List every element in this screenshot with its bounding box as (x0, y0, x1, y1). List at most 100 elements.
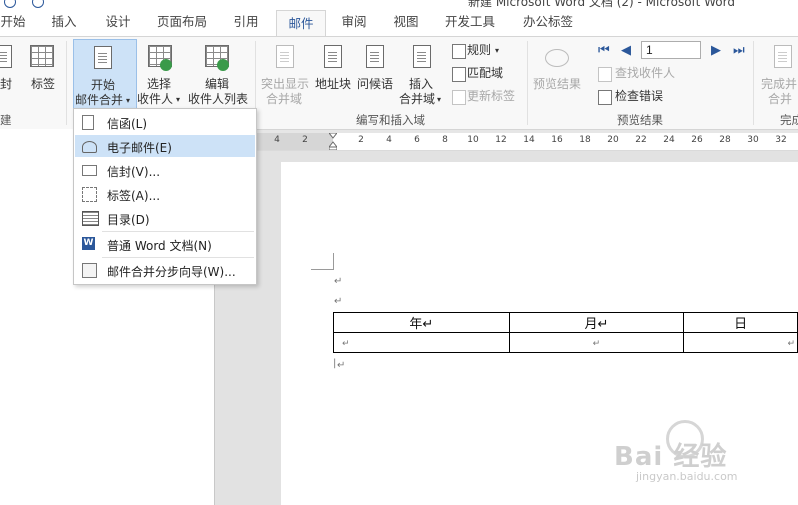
recipients-user-icon (160, 59, 172, 71)
next-record-icon[interactable]: ▶ (711, 44, 721, 58)
ruler-tick: 14 (523, 135, 535, 145)
first-record-icon[interactable]: ⏮ (598, 44, 610, 58)
cell-text: 年↵ (409, 317, 434, 332)
menu-item-envelopes[interactable]: 信封(V)... (75, 159, 255, 181)
match-fields-button[interactable]: 匹配域 (467, 66, 503, 81)
menu-item-label: 电子邮件(E) (107, 141, 172, 155)
rules-icon (452, 44, 466, 59)
table-row: 年↵ 月↵ 日 (333, 312, 798, 333)
greeting-line-button[interactable]: 问候语 (357, 77, 393, 92)
watermark-brand: Bai 经验 (614, 442, 728, 472)
envelopes-button[interactable]: 封 (0, 77, 12, 92)
finish-merge-label-2[interactable]: 合并 (768, 92, 792, 107)
watermark-url: jingyan.baidu.com (636, 470, 738, 483)
table-cell[interactable]: ↵ (683, 332, 798, 353)
edit-recipient-list-label[interactable]: 编辑 (205, 77, 229, 92)
edit-recipient-list-label-2[interactable]: 收件人列表 (188, 92, 248, 107)
highlight-merge-fields-label[interactable]: 突出显示 (261, 77, 309, 92)
labels-button[interactable]: 标签 (31, 77, 55, 92)
edit-user-icon (217, 59, 229, 71)
tab-references[interactable]: 引用 (226, 8, 266, 36)
menu-item-directory[interactable]: 目录(D) (75, 207, 255, 229)
menu-item-letters[interactable]: 信函(L) (75, 111, 255, 133)
preview-results-button[interactable]: 预览结果 (533, 77, 581, 92)
chevron-down-icon: ▾ (495, 46, 500, 55)
ruler-tick: 2 (358, 135, 364, 145)
menu-item-normal-word-document[interactable]: W 普通 Word 文档(N) (75, 233, 255, 255)
menu-separator (102, 231, 254, 232)
text-cursor: | (333, 358, 337, 369)
ruler-tick: 24 (663, 135, 675, 145)
email-icon (82, 141, 97, 153)
tab-mailings[interactable]: 邮件 (276, 10, 326, 38)
table-cell[interactable]: 日 (683, 312, 798, 333)
ruler-tick: 28 (719, 135, 731, 145)
insert-merge-field-icon (413, 45, 431, 68)
update-labels-button[interactable]: 更新标签 (467, 89, 515, 104)
ruler-tick: 6 (414, 135, 420, 145)
tab-page-layout[interactable]: 页面布局 (152, 8, 212, 36)
last-record-icon[interactable]: ⏭ (733, 44, 745, 58)
ruler-tick: 30 (747, 135, 759, 145)
cell-text: 月↵ (584, 317, 609, 332)
ruler-tick: 16 (551, 135, 563, 145)
greeting-line-icon (366, 45, 384, 68)
undo-icon[interactable] (4, 0, 16, 8)
table-cell[interactable]: 年↵ (333, 312, 510, 333)
table-cell[interactable]: 月↵ (508, 312, 685, 333)
title-bar: 新建 Microsoft Word 文档 (2) - Microsoft Wor… (0, 0, 798, 8)
start-mail-merge-button[interactable]: 开始 邮件合并 ▾ (73, 39, 137, 109)
menu-item-wizard[interactable]: 邮件合并分步向导(W)... (75, 259, 255, 281)
tab-office-tab[interactable]: 办公标签 (516, 8, 580, 36)
start-mail-merge-menu: 信函(L) 电子邮件(E) 信封(V)... 标签(A)... 目录(D) W … (73, 108, 257, 285)
insert-merge-field-label[interactable]: 插入 (409, 77, 433, 92)
record-number-input[interactable] (641, 41, 701, 59)
finish-merge-label[interactable]: 完成并 (761, 77, 797, 92)
check-errors-icon (598, 90, 612, 105)
highlight-merge-fields-label-2[interactable]: 合并域 (266, 92, 302, 107)
ruler-tick: 4 (274, 135, 280, 145)
address-block-button[interactable]: 地址块 (315, 77, 351, 92)
select-recipients-label[interactable]: 选择 (147, 77, 171, 92)
previous-record-icon[interactable]: ◀ (621, 44, 631, 58)
ruler-tick: 4 (386, 135, 392, 145)
preview-results-icon (545, 49, 569, 67)
find-recipient-button[interactable]: 查找收件人 (615, 66, 675, 81)
menu-separator (102, 257, 254, 258)
label-icon (82, 187, 97, 202)
insert-merge-field-label-2[interactable]: 合并域 (399, 92, 435, 107)
cell-text: ↵ (592, 339, 601, 349)
check-errors-button[interactable]: 检查错误 (615, 89, 663, 104)
envelope-icon (0, 45, 12, 68)
margin-crop-mark (311, 253, 334, 270)
tab-insert[interactable]: 插入 (44, 8, 84, 36)
menu-item-email[interactable]: 电子邮件(E) (75, 135, 255, 157)
chevron-down-icon: ▾ (437, 95, 442, 104)
redo-icon[interactable] (32, 0, 44, 8)
labels-icon (30, 45, 54, 67)
letter-icon (82, 115, 94, 130)
highlight-fields-icon (276, 45, 294, 68)
ribbon-tabs: 开始 插入 设计 页面布局 引用 邮件 审阅 视图 开发工具 办公标签 (0, 8, 798, 38)
select-recipients-label-2[interactable]: 收件人 (137, 92, 173, 107)
menu-item-labels[interactable]: 标签(A)... (75, 183, 255, 205)
tab-view[interactable]: 视图 (386, 8, 426, 36)
document-table[interactable]: 年↵ 月↵ 日 ↵ ↵ ↵ (333, 312, 798, 353)
ruler-tick: 2 (302, 135, 308, 145)
horizontal-ruler: 4 2 2 4 6 8 10 12 14 16 18 20 22 24 26 2… (215, 133, 798, 151)
cell-text: ↵ (787, 339, 795, 349)
menu-item-label: 信封(V)... (107, 165, 161, 179)
tab-design[interactable]: 设计 (98, 8, 138, 36)
window-title: 新建 Microsoft Word 文档 (2) - Microsoft Wor… (468, 0, 735, 8)
indent-marker-icon[interactable] (329, 133, 337, 150)
ruler-tick: 26 (691, 135, 703, 145)
tab-review[interactable]: 审阅 (334, 8, 374, 36)
tab-developer[interactable]: 开发工具 (440, 8, 500, 36)
tab-home[interactable]: 开始 (0, 8, 26, 36)
rules-button[interactable]: 规则 (467, 43, 491, 58)
table-cell[interactable]: ↵ (333, 332, 510, 353)
match-fields-icon (452, 67, 466, 82)
menu-item-label: 信函(L) (107, 117, 148, 131)
table-cell[interactable]: ↵ (508, 332, 685, 353)
directory-icon (82, 211, 99, 226)
